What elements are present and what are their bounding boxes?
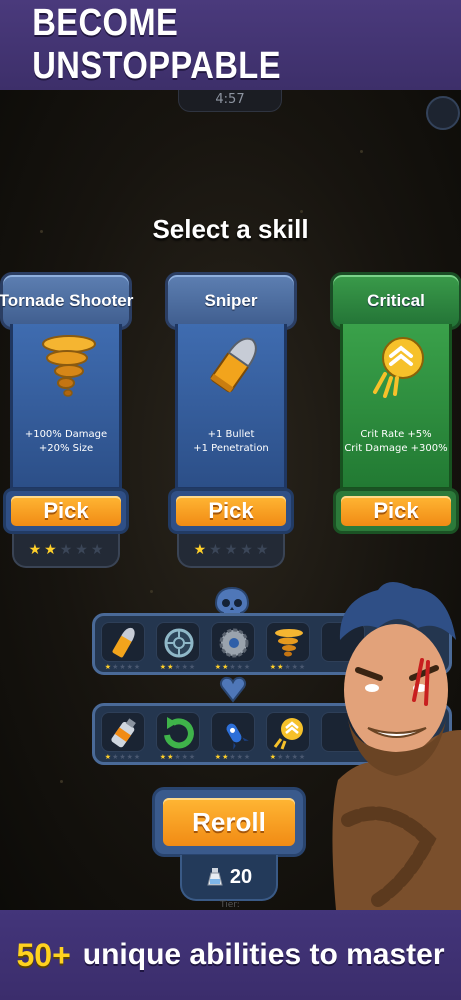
passive-slot[interactable]: [266, 712, 310, 752]
tornado-icon: [42, 335, 96, 397]
crit-arrows-icon: [273, 718, 303, 750]
skill-card-body: Crit Rate +5% Crit Damage +300%: [340, 324, 452, 490]
slot-stars: ★★★★★: [159, 663, 197, 671]
passive-slot[interactable]: [211, 712, 255, 752]
slot-stars: ★★★★★: [159, 753, 197, 761]
skill-desc-line: +100% Damage: [24, 429, 108, 440]
crosshair-icon: [164, 628, 194, 658]
banner-title: BECOME UNSTOPPABLE: [32, 2, 281, 87]
pick-button-face[interactable]: Pick: [176, 496, 286, 526]
sawblade-icon: [219, 628, 249, 658]
ground-speck: [300, 210, 303, 213]
skill-description: Crit Rate +5% Crit Damage +300%: [343, 428, 449, 456]
skill-card-tornade-shooter[interactable]: Tornade Shooter +100% Damage +20% Size P…: [0, 272, 134, 582]
star-icon: ★: [28, 542, 42, 558]
reroll-button[interactable]: Reroll: [152, 787, 306, 857]
slot-stars: ★★★★★: [269, 753, 307, 761]
ground-speck: [60, 780, 63, 783]
star-icon: ★: [59, 542, 73, 558]
skill-card-header: Sniper: [165, 272, 297, 330]
recycle-arrow-icon: [164, 717, 194, 749]
game-timer: 4:57: [178, 90, 282, 112]
abilities-tagline: unique abilities to master: [82, 938, 445, 971]
crit-arrows-icon: [373, 337, 424, 398]
ground-speck: [360, 150, 363, 153]
pick-label: Pick: [208, 498, 254, 523]
pick-button-face[interactable]: Pick: [341, 496, 451, 526]
bullet-icon: [210, 337, 257, 393]
star-icon: ★: [224, 542, 238, 558]
slot-stars: ★★★★★: [104, 663, 142, 671]
star-icon: ★: [75, 542, 88, 558]
tornado-icon: [275, 629, 303, 657]
bottom-banner: 50+ unique abilities to master: [0, 910, 461, 1000]
bullet-icon: [112, 627, 135, 658]
rocket-icon: [226, 723, 249, 750]
weapon-slot[interactable]: [266, 622, 310, 662]
abilities-count: 50+: [16, 936, 71, 973]
ammo-bottle-icon: [111, 718, 136, 748]
star-icon: ★: [209, 542, 222, 558]
select-skill-title: Select a skill: [152, 214, 309, 244]
skill-card-sniper[interactable]: Sniper +1 Bullet +1 Penetration Pick ★ ★…: [165, 272, 297, 582]
reroll-label: Reroll: [192, 806, 266, 837]
pick-button-face[interactable]: Pick: [11, 496, 121, 526]
hero-character-portrait: [332, 581, 461, 910]
slot-stars: ★★★★★: [269, 663, 307, 671]
ground-speck: [150, 590, 153, 593]
star-icon: ★: [44, 542, 57, 558]
pause-button[interactable]: [426, 96, 460, 130]
passive-slot[interactable]: [156, 712, 200, 752]
potion-icon: [207, 868, 223, 886]
top-banner: BECOME UNSTOPPABLE: [0, 0, 461, 90]
passive-slot[interactable]: [101, 712, 145, 752]
game-scene: 4:57 Select a skill Tornade Shooter +100…: [0, 90, 461, 910]
reroll-button-face[interactable]: Reroll: [163, 798, 295, 846]
weapon-slot[interactable]: [156, 622, 200, 662]
skill-desc-line: Crit Damage +300%: [344, 443, 448, 454]
skill-desc-line: +1 Penetration: [193, 443, 269, 454]
shield-heart-icon: [219, 676, 247, 703]
skill-card-body: +100% Damage +20% Size: [10, 324, 122, 490]
weapon-slot[interactable]: [211, 622, 255, 662]
star-icon: ★: [255, 542, 269, 558]
star-icon: ★: [90, 542, 104, 558]
skill-desc-line: +20% Size: [38, 443, 94, 454]
slot-stars: ★★★★★: [214, 753, 252, 761]
skill-desc-line: Crit Rate +5%: [360, 429, 432, 440]
reroll-count: 20: [229, 865, 253, 888]
tier-label: Tier:: [220, 900, 240, 910]
skill-name: Critical: [367, 291, 425, 310]
skill-desc-line: +1 Bullet: [207, 429, 255, 440]
skill-star-rating: ★ ★ ★ ★ ★: [177, 534, 285, 568]
skill-card-body: +1 Bullet +1 Penetration: [175, 324, 287, 490]
star-icon: ★: [240, 542, 253, 558]
weapon-slot[interactable]: [101, 622, 145, 662]
pick-label: Pick: [373, 498, 419, 523]
skill-card-header: Tornade Shooter: [0, 272, 134, 330]
pick-button[interactable]: Pick: [3, 488, 129, 534]
slot-stars: ★★★★★: [214, 663, 252, 671]
skill-name: Sniper: [204, 291, 258, 310]
pick-label: Pick: [43, 498, 89, 523]
skill-card-header: Critical: [330, 272, 461, 330]
skill-name: Tornade Shooter: [0, 291, 134, 310]
pick-button[interactable]: Pick: [333, 488, 459, 534]
pick-button[interactable]: Pick: [168, 488, 294, 534]
slot-stars: ★★★★★: [104, 753, 142, 761]
skill-card-critical[interactable]: Critical Crit Rate +5% Crit Damage +300%…: [330, 272, 461, 582]
skill-star-rating: ★ ★ ★ ★ ★: [12, 534, 120, 568]
skill-description: +100% Damage +20% Size: [13, 428, 119, 456]
reroll-cost: 20: [180, 855, 278, 901]
star-icon: ★: [193, 542, 207, 558]
skill-description: +1 Bullet +1 Penetration: [178, 428, 284, 456]
